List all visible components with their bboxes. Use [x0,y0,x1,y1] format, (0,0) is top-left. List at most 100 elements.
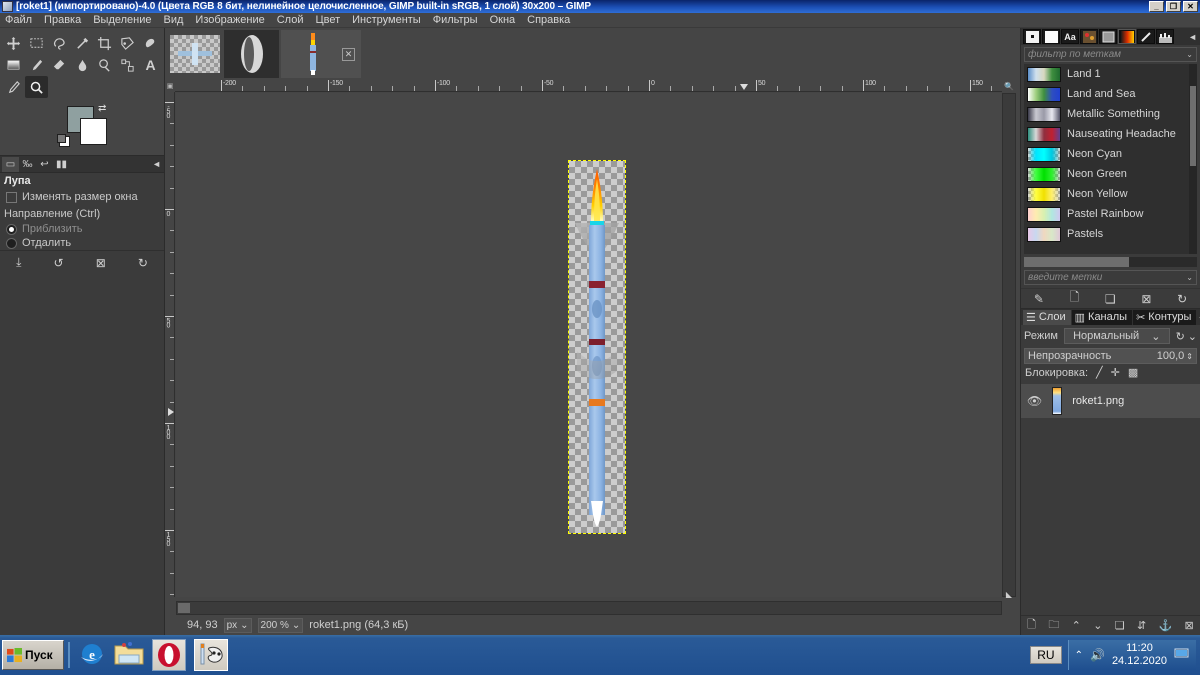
gradient-item[interactable]: Land and Sea [1024,84,1197,104]
close-button[interactable]: ✕ [1183,1,1198,12]
menu-item-view[interactable]: Вид [164,14,184,26]
vertical-scrollbar[interactable] [1002,93,1016,597]
anchor-layer-icon[interactable]: ⚓ [1159,619,1173,632]
scroll-thumb[interactable] [178,603,190,613]
restore-button[interactable]: ❐ [1166,1,1181,12]
new-layer-icon[interactable]: 🗋 [1027,616,1036,635]
gradient-list-hscrollbar[interactable] [1024,257,1197,267]
gradient-item[interactable]: Pastel Rainbow [1024,204,1197,224]
clock[interactable]: 11:20 24.12.2020 [1112,642,1167,668]
images-tab-icon[interactable]: ▮▮ [53,157,70,172]
gradient-tag-input[interactable]: введите метки ⌄ [1024,270,1197,285]
free-select-tool-icon[interactable] [48,32,71,54]
edit-gradient-icon[interactable]: ✎ [1034,292,1044,306]
tab-layers[interactable]: ☰ Слои [1023,309,1071,325]
resize-window-option[interactable]: Изменять размер окна [0,190,164,204]
zoom-out-option[interactable]: Отдалить [0,236,164,250]
merge-down-icon[interactable]: ⇵ [1137,619,1146,632]
lock-alpha-icon[interactable]: ▩ [1128,366,1138,379]
reset-tool-options-icon[interactable]: ↻ [138,256,148,270]
lower-layer-icon[interactable]: ⌄ [1093,619,1102,632]
layer-blend-space-group[interactable]: ↻ ⌄ [1176,330,1197,343]
gradient-item[interactable]: Metallic Something [1024,104,1197,124]
path-tool-icon[interactable] [116,54,139,76]
tab-channels[interactable]: ▥ Каналы [1071,309,1133,325]
network-icon[interactable] [1174,647,1190,663]
raise-layer-icon[interactable]: ⌃ [1072,619,1081,632]
duplicate-layer-icon[interactable]: ❏ [1115,619,1125,632]
tool-presets-tab-icon[interactable] [1137,29,1155,44]
volume-icon[interactable]: 🔊 [1090,648,1105,662]
resize-window-checkbox[interactable] [6,191,17,203]
restore-tool-preset-icon[interactable]: ↺ [54,256,64,270]
menu-item-image[interactable]: Изображение [195,14,264,26]
menu-item-edit[interactable]: Правка [44,14,81,26]
text-tool-icon[interactable]: A [139,54,162,76]
zoom-out-radio[interactable] [6,237,17,249]
layer-mode-select[interactable]: Нормальный ⌄ [1063,328,1170,344]
tab-paths[interactable]: ✂ Контуры [1133,309,1197,325]
vertical-ruler[interactable]: -50050100150200 [165,92,175,597]
patterns-tab-icon[interactable] [1042,29,1060,44]
unit-selector[interactable]: px ⌄ [223,617,252,633]
ruler-origin-icon[interactable]: ▣ [165,80,175,92]
lock-position-icon[interactable]: ✛ [1111,366,1120,379]
device-status-tab-icon[interactable]: ‰ [19,157,36,172]
undo-history-tab-icon[interactable]: ↩ [36,157,53,172]
horizontal-ruler[interactable]: -200-150-100-50050100150200 [175,80,1002,92]
zoom-image-button[interactable]: 🔍 [1002,80,1016,92]
gradient-item[interactable]: Neon Cyan [1024,144,1197,164]
gradients-dock-menu-icon[interactable]: ◄ [1188,32,1197,42]
delete-layer-icon[interactable]: ⊠ [1185,619,1194,632]
delete-tool-preset-icon[interactable]: ⊠ [96,256,106,270]
opera-icon[interactable] [152,639,186,671]
swap-colors-icon[interactable]: ⇄ [98,103,106,114]
internet-explorer-icon[interactable]: e [78,640,106,671]
close-image-icon[interactable]: ✕ [342,48,355,61]
ink-tool-icon[interactable] [2,76,25,98]
paintbrush-tool-icon[interactable] [25,54,48,76]
gradient-list[interactable]: Land 1 Land and Sea Metallic Something Naus… [1024,64,1197,254]
menu-item-help[interactable]: Справка [527,14,570,26]
menu-item-windows[interactable]: Окна [490,14,516,26]
horizontal-scrollbar[interactable] [176,601,1002,615]
document-history-tab-icon[interactable] [1099,29,1117,44]
dynamics-tab-icon[interactable] [1156,29,1174,44]
navigation-preview-button[interactable]: ◣ [1002,588,1016,601]
duplicate-gradient-icon[interactable]: ❏ [1105,292,1116,306]
clone-tool-icon[interactable] [93,54,116,76]
layer-visibility-icon[interactable]: 👁 [1027,394,1042,408]
chevron-down-icon[interactable]: ⌄ [1186,273,1193,282]
fonts-tab-icon[interactable]: Aa [1061,29,1079,44]
language-indicator[interactable]: RU [1030,646,1062,664]
layer-row-roket1[interactable]: 👁 roket1.png [1021,384,1200,418]
gradient-item[interactable]: Nauseating Headache [1024,124,1197,144]
image-thumbnail-2[interactable] [224,30,279,78]
rect-select-tool-icon[interactable] [25,32,48,54]
bucket-fill-tool-icon[interactable] [139,32,162,54]
layer-opacity-slider[interactable]: Непрозрачность 100,0 ⇕ [1024,348,1197,364]
delete-gradient-icon[interactable]: ⊠ [1141,292,1151,306]
image-thumbnail-1[interactable] [167,30,222,78]
menu-item-layer[interactable]: Слой [277,14,304,26]
zoom-in-option[interactable]: Приблизить [0,222,164,236]
image-thumbnail-3-active[interactable]: ✕ [281,30,361,78]
gradient-list-scrollbar[interactable] [1189,64,1197,254]
zoom-tool-icon[interactable] [25,76,48,98]
refresh-gradients-icon[interactable]: ↻ [1177,292,1187,306]
lock-pixels-icon[interactable]: ╱ [1096,366,1103,379]
menu-item-tools[interactable]: Инструменты [352,14,421,26]
canvas-viewport[interactable] [176,93,1002,597]
image-canvas[interactable] [568,160,626,534]
chevron-down-icon[interactable]: ⌄ [1186,50,1193,59]
menu-item-filters[interactable]: Фильтры [433,14,478,26]
gimp-icon[interactable] [194,639,228,671]
new-gradient-icon[interactable]: 🗋 [1070,288,1080,309]
move-tool-icon[interactable] [2,32,25,54]
spinner-icon[interactable]: ⇕ [1186,352,1193,361]
menu-item-file[interactable]: Файл [5,14,32,26]
default-colors-icon[interactable] [57,134,70,147]
gradient-item[interactable]: Neon Yellow [1024,184,1197,204]
crop-tool-icon[interactable] [93,32,116,54]
file-explorer-icon[interactable] [114,641,144,670]
